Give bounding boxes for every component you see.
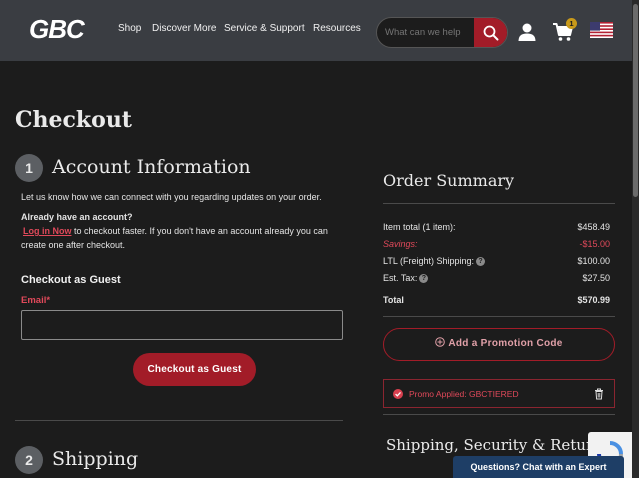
email-field[interactable] bbox=[21, 310, 343, 340]
search-icon bbox=[483, 25, 498, 40]
page-title: Checkout bbox=[15, 107, 132, 133]
plus-circle-icon bbox=[435, 337, 446, 347]
cart-count-badge: 1 bbox=[566, 18, 577, 29]
logo-text: GBC bbox=[29, 14, 86, 44]
shipping-value: $100.00 bbox=[577, 256, 610, 266]
step-1-badge: 1 bbox=[15, 154, 43, 182]
account-intro-text: Let us know how we can connect with you … bbox=[21, 192, 322, 202]
savings-row: Savings: -$15.00 bbox=[383, 239, 610, 249]
tax-label: Est. Tax: bbox=[383, 273, 418, 283]
shipping-security-returns-heading[interactable]: Shipping, Security & Returns bbox=[386, 436, 611, 454]
scrollbar-thumb[interactable] bbox=[633, 4, 638, 197]
top-header: GBC Shop Discover More Service & Support… bbox=[0, 0, 632, 61]
step-2-badge: 2 bbox=[15, 446, 43, 474]
account-information-heading: Account Information bbox=[52, 156, 251, 178]
order-summary-title: Order Summary bbox=[383, 171, 515, 190]
tax-value: $27.50 bbox=[582, 273, 610, 283]
savings-label: Savings: bbox=[383, 239, 418, 249]
search-input[interactable] bbox=[377, 18, 475, 47]
info-icon[interactable]: ? bbox=[419, 274, 429, 283]
trash-icon[interactable] bbox=[594, 388, 604, 400]
shipping-row: LTL (Freight) Shipping:? $100.00 bbox=[383, 256, 610, 266]
item-total-label: Item total (1 item): bbox=[383, 222, 456, 232]
promo-button-label: Add a Promotion Code bbox=[448, 338, 563, 349]
total-row: Total $570.99 bbox=[383, 295, 610, 305]
total-label: Total bbox=[383, 295, 404, 305]
savings-value: -$15.00 bbox=[579, 239, 610, 249]
login-link[interactable]: Log in Now bbox=[23, 226, 72, 236]
nav-service-support[interactable]: Service & Support bbox=[224, 23, 305, 34]
info-icon[interactable]: ? bbox=[476, 257, 486, 266]
item-total-row: Item total (1 item): $458.49 bbox=[383, 222, 610, 232]
page-scrollbar[interactable] bbox=[632, 0, 639, 478]
promo-applied-box: Promo Applied: GBCTIERED bbox=[383, 379, 615, 408]
nav-discover-more[interactable]: Discover More bbox=[152, 23, 216, 34]
check-circle-icon bbox=[393, 389, 403, 399]
section-divider bbox=[15, 420, 343, 421]
gbc-logo[interactable]: GBC bbox=[28, 13, 94, 45]
total-value: $570.99 bbox=[577, 295, 610, 305]
search-bar bbox=[376, 17, 508, 48]
shipping-heading: Shipping bbox=[52, 448, 139, 470]
checkout-as-guest-button[interactable]: Checkout as Guest bbox=[133, 353, 256, 386]
chat-with-expert-button[interactable]: Questions? Chat with an Expert bbox=[453, 456, 624, 478]
summary-bottom-divider bbox=[383, 414, 615, 415]
login-paragraph: Log in Now to checkout faster. If you do… bbox=[21, 225, 346, 252]
promo-applied-text: Promo Applied: GBCTIERED bbox=[409, 389, 519, 399]
search-button[interactable] bbox=[474, 18, 507, 47]
add-promotion-code-button[interactable]: Add a Promotion Code bbox=[383, 328, 615, 361]
guest-checkout-heading: Checkout as Guest bbox=[21, 274, 121, 286]
item-total-value: $458.49 bbox=[577, 222, 610, 232]
us-flag-icon[interactable] bbox=[590, 22, 613, 38]
summary-total-divider bbox=[383, 316, 615, 317]
tax-row: Est. Tax:? $27.50 bbox=[383, 273, 610, 283]
account-icon[interactable] bbox=[517, 22, 537, 42]
shipping-label: LTL (Freight) Shipping: bbox=[383, 256, 475, 266]
email-label: Email* bbox=[21, 295, 51, 306]
summary-top-divider bbox=[383, 203, 615, 204]
nav-resources[interactable]: Resources bbox=[313, 23, 361, 34]
nav-shop[interactable]: Shop bbox=[118, 23, 141, 34]
have-account-text: Already have an account? bbox=[21, 212, 133, 222]
